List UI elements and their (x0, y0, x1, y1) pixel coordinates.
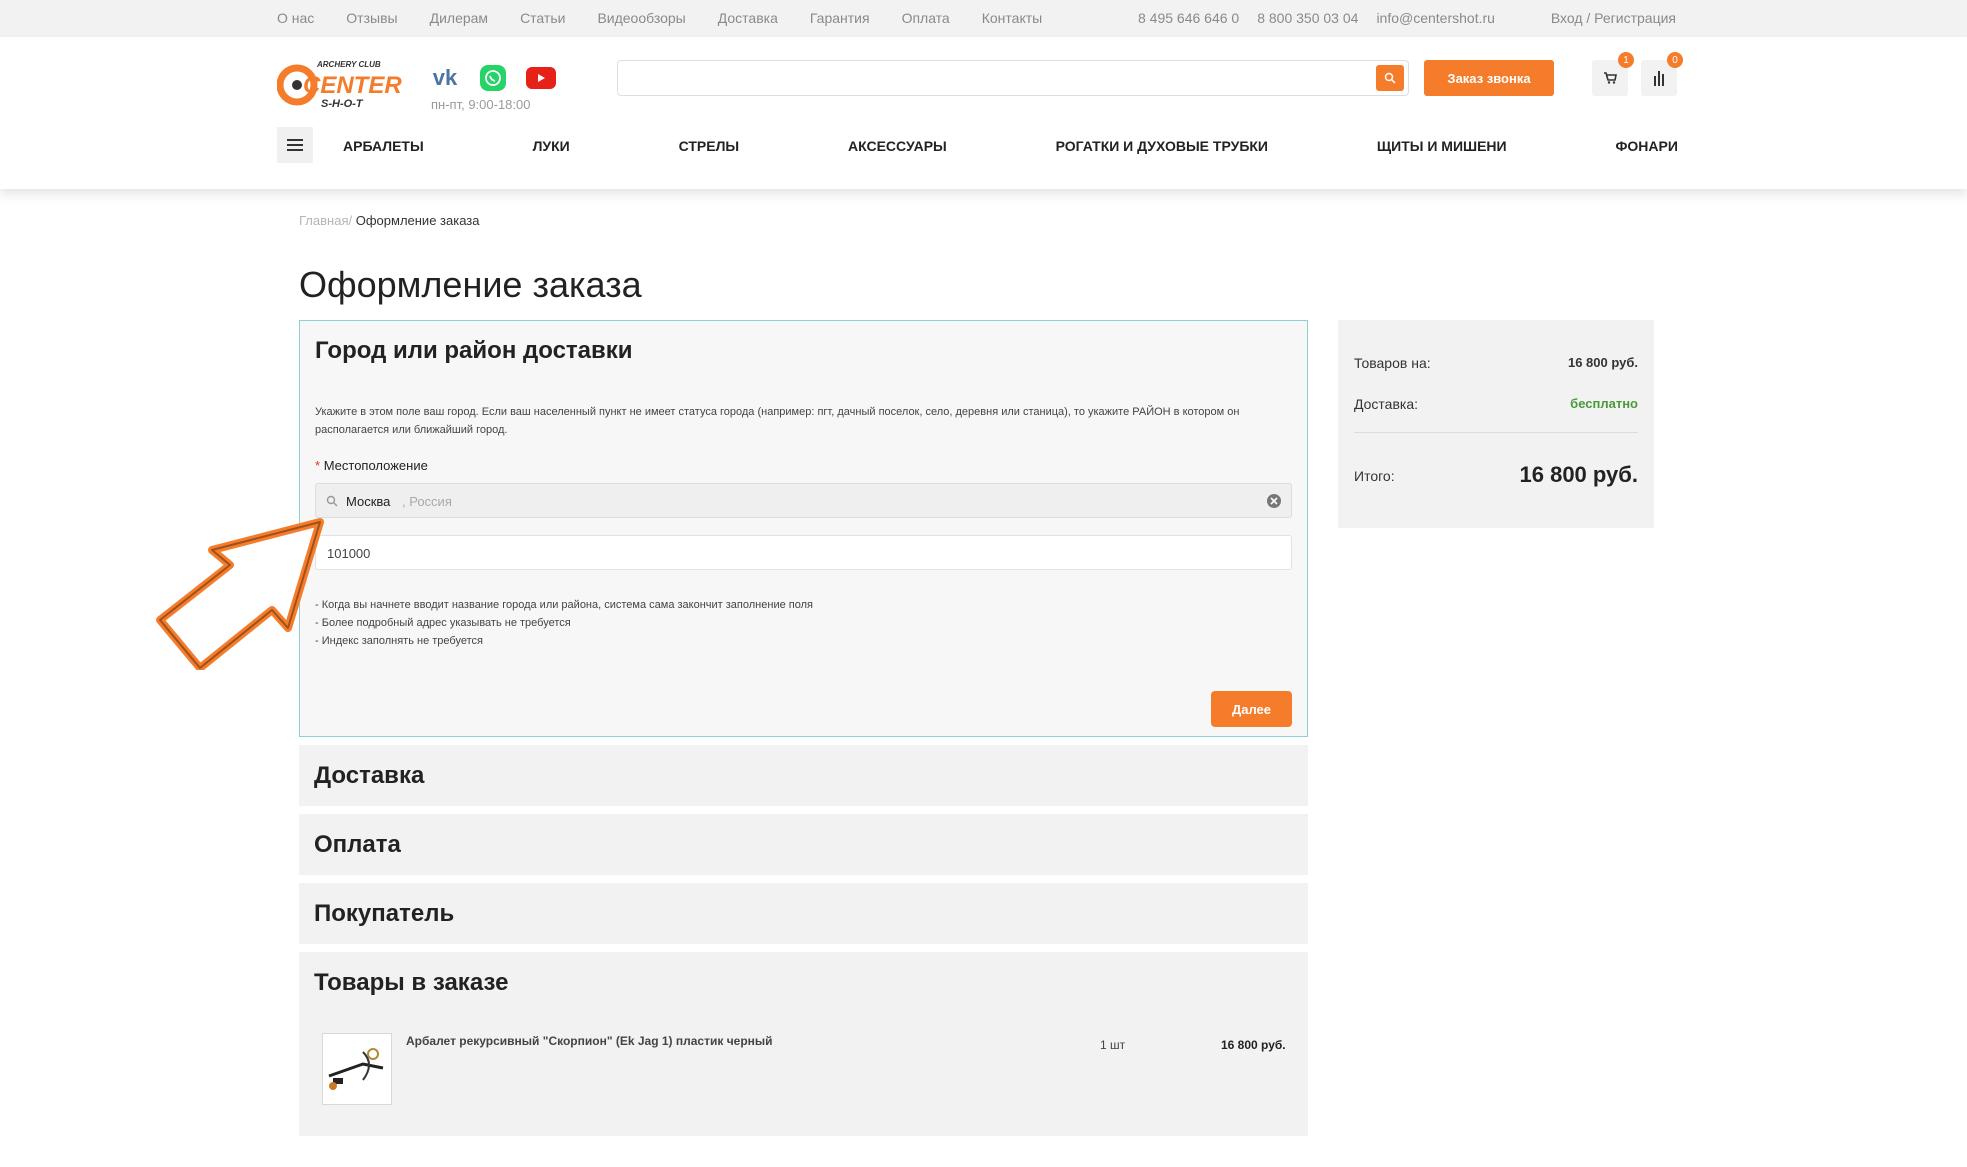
email-link[interactable]: info@centershot.ru (1376, 10, 1495, 26)
top-link-contacts[interactable]: Контакты (982, 10, 1042, 26)
callback-button[interactable]: Заказ звонка (1424, 60, 1554, 96)
logo[interactable]: ARCHERY CLUB CENTER S-H-O-T (277, 55, 407, 113)
search-button[interactable] (1376, 65, 1404, 91)
product-quantity: 1 шт (1100, 1038, 1126, 1052)
location-description: Укажите в этом поле ваш город. Если ваш … (315, 406, 1240, 436)
summary-total-row: Итого: 16 800 руб. (1354, 462, 1638, 487)
location-label: * Местоположение (315, 458, 428, 473)
menu-item-slingshots[interactable]: РОГАТКИ И ДУХОВЫЕ ТРУБКИ (1056, 138, 1268, 154)
menu-item-crossbows[interactable]: АРБАЛЕТЫ (343, 138, 424, 154)
breadcrumb-current: Оформление заказа (355, 213, 480, 228)
summary-divider (1354, 432, 1638, 433)
menu-item-arrows[interactable]: СТРЕЛЫ (679, 138, 740, 154)
buyer-section[interactable]: Покупатель (299, 883, 1308, 944)
top-links: О нас Отзывы Дилерам Статьи Видеообзоры … (277, 10, 1074, 26)
top-link-about[interactable]: О нас (277, 10, 314, 26)
hint-1: - Когда вы начнете вводит название город… (315, 599, 813, 611)
breadcrumb-home[interactable]: Главная (299, 213, 348, 228)
page-title: Оформление заказа (299, 264, 642, 305)
hint-3: - Индекс заполнять не требуется (315, 635, 483, 647)
delivery-section-title: Доставка (314, 762, 425, 789)
compare-icon (1654, 71, 1664, 86)
location-hints: - Когда вы начнете вводит название город… (315, 596, 813, 650)
working-hours: пн-пт, 9:00-18:00 (431, 97, 531, 112)
annotation-arrow-icon (156, 518, 324, 670)
cart-button[interactable]: 1 (1592, 52, 1634, 96)
compare-button[interactable]: 0 (1641, 52, 1683, 96)
payment-section-title: Оплата (314, 831, 401, 858)
menu-item-flashlights[interactable]: ФОНАРИ (1615, 138, 1677, 154)
search-icon (1384, 72, 1396, 84)
top-contacts: 8 495 646 646 0 8 800 350 03 04 info@cen… (1138, 10, 1513, 26)
login-link[interactable]: Вход / Регистрация (1551, 10, 1676, 26)
location-section-title: Город или район доставки (315, 337, 633, 364)
youtube-icon[interactable] (526, 67, 556, 89)
location-label-text: Местоположение (323, 458, 428, 473)
order-items-title: Товары в заказе (314, 969, 509, 996)
site-header: ARCHERY CLUB CENTER S-H-O-T vk пн-пт, 9:… (0, 37, 1967, 189)
phone-1[interactable]: 8 495 646 646 0 (1138, 10, 1239, 26)
breadcrumb-separator: / (348, 213, 353, 228)
cart-count-badge: 1 (1618, 52, 1634, 68)
logo-bottom-text: S-H-O-T (321, 98, 364, 110)
top-link-videos[interactable]: Видеообзоры (597, 10, 685, 26)
summary-goods-value: 16 800 руб. (1567, 355, 1638, 370)
clear-icon[interactable] (1266, 493, 1282, 509)
buyer-section-title: Покупатель (314, 900, 455, 927)
order-items-section: Товары в заказе Арбалет рекурсивный "Ско… (299, 952, 1308, 1136)
product-name[interactable]: Арбалет рекурсивный "Скорпион" (Ek Jag 1… (406, 1034, 773, 1048)
menu-item-accessories[interactable]: АКСЕССУАРЫ (848, 138, 947, 154)
logo-main-text: CENTER (303, 72, 402, 99)
summary-goods-row: Товаров на: 16 800 руб. (1354, 355, 1638, 371)
next-button[interactable]: Далее (1211, 691, 1292, 727)
whatsapp-icon[interactable] (480, 65, 506, 91)
top-link-payment[interactable]: Оплата (902, 10, 950, 26)
zip-input[interactable]: 101000 (315, 535, 1292, 570)
search-icon (326, 495, 338, 507)
summary-delivery-value: бесплатно (1570, 396, 1638, 411)
location-section: Город или район доставки Укажите в этом … (299, 320, 1308, 737)
summary-total-label: Итого: (1354, 468, 1395, 484)
breadcrumb: Главная/ Оформление заказа (299, 213, 479, 228)
cart-icon (1604, 72, 1617, 84)
top-link-delivery[interactable]: Доставка (718, 10, 778, 26)
hint-2: - Более подробный адрес указывать не тре… (315, 617, 571, 629)
summary-delivery-label: Доставка: (1354, 396, 1419, 412)
summary-delivery-row: Доставка: бесплатно (1354, 396, 1638, 412)
top-link-warranty[interactable]: Гарантия (810, 10, 870, 26)
menu-icon (287, 139, 303, 141)
compare-count-badge: 0 (1667, 52, 1683, 68)
order-summary: Товаров на: 16 800 руб. Доставка: беспла… (1338, 320, 1654, 528)
menu-item-targets[interactable]: ЩИТЫ И МИШЕНИ (1377, 138, 1507, 154)
location-city-value: Москва (346, 494, 391, 509)
main-menu: АРБАЛЕТЫ ЛУКИ СТРЕЛЫ АКСЕССУАРЫ РОГАТКИ … (343, 138, 1678, 154)
location-input[interactable]: Москва , Россия (315, 483, 1292, 518)
top-link-reviews[interactable]: Отзывы (346, 10, 397, 26)
required-mark: * (315, 458, 321, 473)
vk-icon[interactable]: vk (430, 65, 460, 91)
product-price: 16 800 руб. (1221, 1038, 1286, 1052)
top-bar: О нас Отзывы Дилерам Статьи Видеообзоры … (0, 0, 1967, 37)
summary-goods-label: Товаров на: (1354, 355, 1431, 371)
top-link-dealers[interactable]: Дилерам (430, 10, 488, 26)
logo-top-text: ARCHERY CLUB (316, 60, 381, 69)
delivery-section[interactable]: Доставка (299, 745, 1308, 806)
catalog-menu-button[interactable] (277, 127, 313, 163)
product-image[interactable] (322, 1033, 392, 1105)
phone-2[interactable]: 8 800 350 03 04 (1257, 10, 1358, 26)
payment-section[interactable]: Оплата (299, 814, 1308, 875)
location-country-value: , Россия (402, 494, 452, 509)
search-input[interactable] (617, 60, 1409, 96)
top-link-articles[interactable]: Статьи (520, 10, 565, 26)
menu-item-bows[interactable]: ЛУКИ (533, 138, 570, 154)
summary-total-value: 16 800 руб. (1519, 462, 1639, 487)
